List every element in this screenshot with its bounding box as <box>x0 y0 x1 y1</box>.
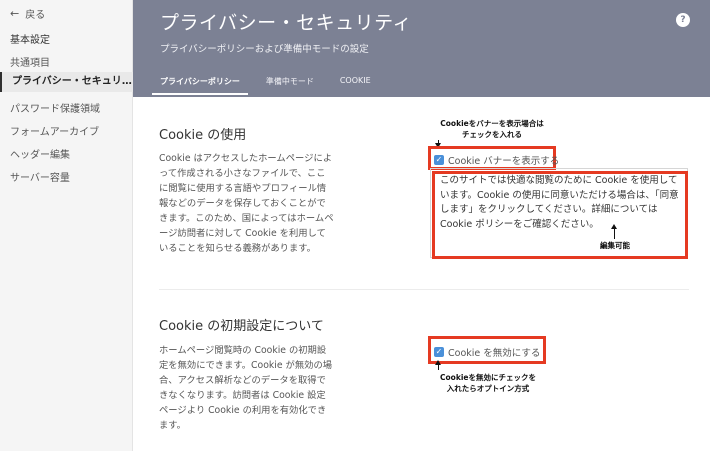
section-divider <box>159 289 689 290</box>
page-title: プライバシー・セキュリティ <box>160 12 412 34</box>
cookie-usage-description: Cookie はアクセスしたホームページによって作成される小さなファイルで、ここ… <box>159 153 334 254</box>
banner-annotation-line2: チェックを入れる <box>462 130 522 139</box>
tab-privacy-policy[interactable]: プライバシーポリシー <box>152 76 248 95</box>
disable-cookie-checkbox-label: Cookie を無効にする <box>448 348 541 359</box>
arrow-left-icon: ← <box>10 7 20 20</box>
sidebar-item-common[interactable]: 共通項目 <box>10 54 50 69</box>
editable-arrow-line <box>614 228 615 239</box>
help-icon[interactable]: ? <box>676 13 690 27</box>
tab-cookie[interactable]: COOKIE <box>332 76 379 95</box>
sidebar-item-password-protection[interactable]: パスワード保護領域 <box>10 100 100 115</box>
sidebar-item-server-capacity[interactable]: サーバー容量 <box>10 169 70 184</box>
editable-annotation: 編集可能 <box>600 241 630 250</box>
checkbox-checked-icon[interactable]: ✓ <box>434 347 444 357</box>
sidebar-item-header-edit[interactable]: ヘッダー編集 <box>10 146 70 161</box>
disable-annotation-line2: 入れたらオプトイン方式 <box>446 384 530 393</box>
sidebar-item-form-archive[interactable]: フォームアーカイブ <box>10 123 99 138</box>
page-header: プライバシー・セキュリティ プライバシーポリシーおよび準備中モードの設定 ? プ… <box>133 0 710 97</box>
disable-annotation: Cookieを無効にチェックを 入れたらオプトイン方式 <box>428 372 548 394</box>
tab-bar: プライバシーポリシー 準備中モード COOKIE <box>152 76 389 95</box>
sidebar-section-label: 基本設定 <box>10 35 50 46</box>
cookie-usage-title: Cookie の使用 <box>159 128 247 143</box>
disable-cookie-checkbox-row[interactable]: ✓ Cookie を無効にする <box>434 345 540 359</box>
sidebar-item-privacy-security[interactable]: プライバシー・セキュリティ... <box>0 72 133 92</box>
sidebar: ← 戻る 基本設定 共通項目 プライバシー・セキュリティ... パスワード保護領… <box>0 0 133 451</box>
banner-text-input[interactable]: このサイトでは快適な閲覧のために Cookie を使用しています。Cookie … <box>435 172 686 257</box>
back-link[interactable]: ← 戻る <box>10 6 45 21</box>
back-label: 戻る <box>25 10 46 21</box>
disable-annotation-line1: Cookieを無効にチェックを <box>440 373 536 382</box>
cookie-default-description: ホームページ閲覧時の Cookie の初期設定を無効にできます。Cookie が… <box>159 345 333 431</box>
show-banner-checkbox-label: Cookie バナーを表示する <box>448 156 560 167</box>
show-banner-checkbox-row[interactable]: ✓ Cookie バナーを表示する <box>434 153 559 167</box>
banner-annotation-line1: Cookieをバナーを表示場合は <box>440 119 544 128</box>
tab-maintenance-mode[interactable]: 準備中モード <box>258 76 322 95</box>
checkbox-checked-icon[interactable]: ✓ <box>434 155 444 165</box>
page-subtitle: プライバシーポリシーおよび準備中モードの設定 <box>160 44 369 55</box>
cookie-default-title: Cookie の初期設定について <box>159 319 324 334</box>
banner-annotation: Cookieをバナーを表示場合は チェックを入れる <box>427 118 557 140</box>
disable-arrow-line <box>438 364 439 370</box>
